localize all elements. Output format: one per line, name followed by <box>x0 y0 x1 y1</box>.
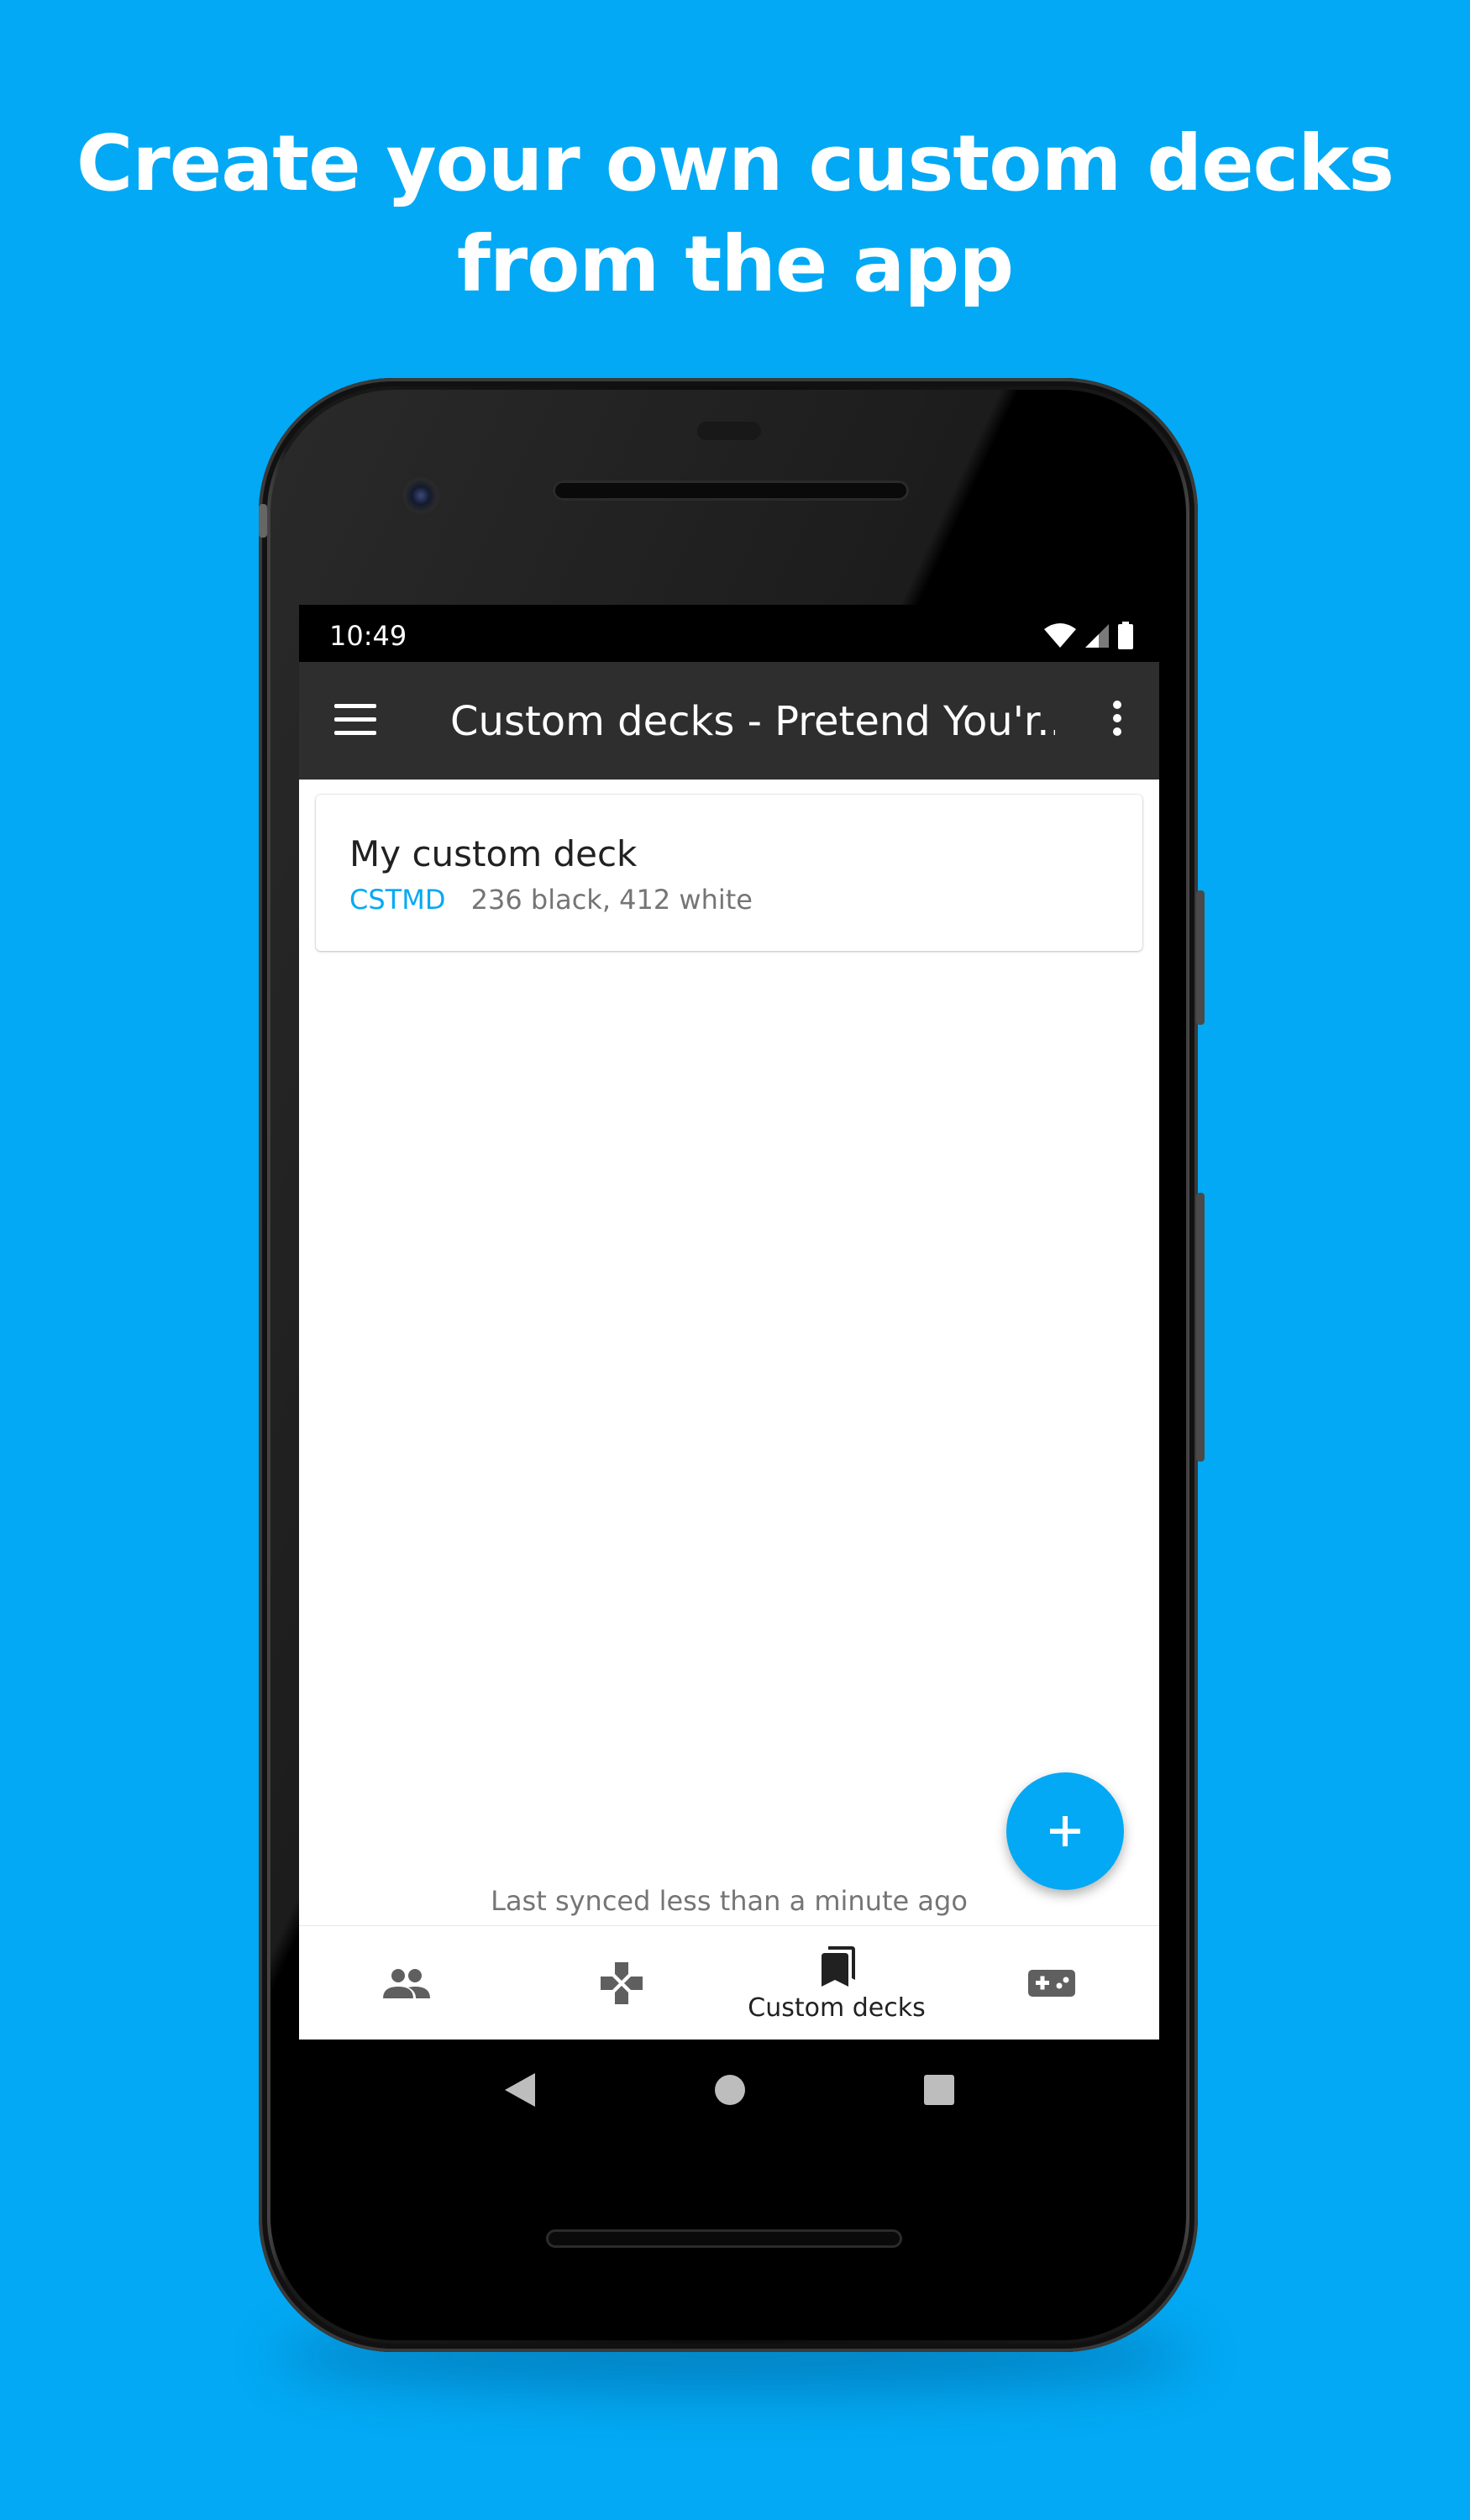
bottom-navigation: Custom decks <box>299 1925 1159 2040</box>
dpad-icon <box>601 1962 643 2004</box>
people-icon <box>383 1969 430 1998</box>
sync-status: Last synced less than a minute ago <box>491 1885 968 1917</box>
deck-name: My custom deck <box>349 833 638 874</box>
nav-item-games[interactable] <box>514 1926 729 2040</box>
headline-line-1: Create your own custom decks <box>76 118 1394 208</box>
app-bar-title: Custom decks - Pretend You'r... <box>450 699 1055 744</box>
app-bar: Custom decks - Pretend You'r... <box>299 662 1159 780</box>
gamepad-icon <box>1028 1970 1075 1997</box>
battery-icon <box>1118 622 1133 649</box>
overflow-menu-icon[interactable] <box>1109 701 1126 743</box>
deck-list: My custom deck CSTMD 236 black, 412 whit… <box>299 780 1159 1925</box>
back-icon[interactable] <box>503 2071 537 2108</box>
power-button <box>1196 890 1205 1025</box>
status-time: 10:49 <box>329 620 407 652</box>
deck-card[interactable]: My custom deck CSTMD 236 black, 412 whit… <box>316 795 1142 951</box>
wifi-icon <box>1044 623 1076 648</box>
nav-label-custom-decks: Custom decks <box>748 1992 926 2023</box>
home-icon[interactable] <box>713 2073 747 2107</box>
nav-item-game[interactable] <box>944 1926 1159 2040</box>
deck-card-count: 236 black, 412 white <box>470 884 753 916</box>
deck-code: CSTMD <box>349 884 446 916</box>
proximity-sensor <box>697 422 761 440</box>
status-icons <box>1043 622 1134 650</box>
volume-button <box>1196 1193 1205 1462</box>
status-bar: 10:49 <box>299 605 1159 662</box>
bottom-speaker <box>546 2229 902 2248</box>
menu-icon[interactable] <box>334 704 376 738</box>
nav-item-players[interactable] <box>299 1926 514 2040</box>
nav-item-custom-decks[interactable]: Custom decks <box>729 1926 944 2040</box>
promo-headline: Create your own custom decks from the ap… <box>0 113 1470 315</box>
front-camera-icon <box>400 475 442 517</box>
plus-icon <box>1050 1816 1080 1846</box>
recents-icon[interactable] <box>923 2074 955 2106</box>
deck-meta: CSTMD 236 black, 412 white <box>349 884 753 916</box>
phone-screen: 10:49 Custom decks - Pretend You'r... My <box>299 605 1159 2040</box>
left-frame-accent <box>259 504 267 538</box>
add-deck-button[interactable] <box>1006 1772 1124 1890</box>
system-navigation <box>299 2040 1159 2140</box>
earpiece-speaker <box>553 480 909 501</box>
headline-line-2: from the app <box>456 219 1014 309</box>
cellular-signal-icon <box>1085 624 1109 648</box>
bookmarks-icon <box>822 1945 855 1987</box>
